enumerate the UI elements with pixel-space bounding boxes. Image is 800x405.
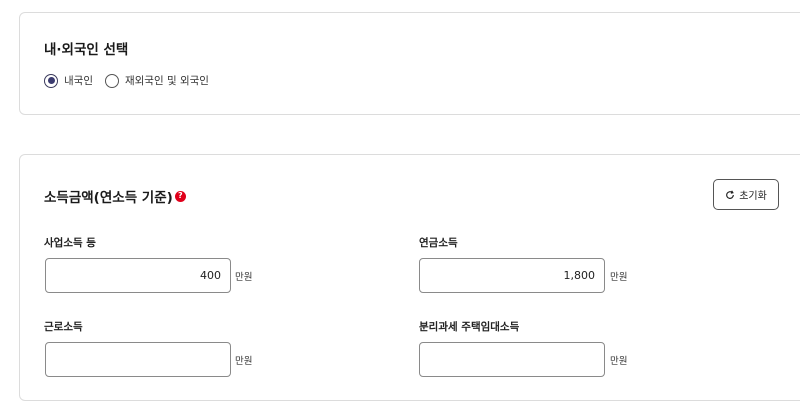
income-title-text: 소득금액(연소득 기준) [44, 190, 173, 206]
rental-income-unit: 만원 [610, 356, 628, 367]
radio-domestic[interactable]: 내국인 [44, 73, 93, 88]
nationality-title: 내·외국인 선택 [44, 42, 129, 58]
reset-button[interactable]: 초기화 [713, 179, 779, 210]
earned-income-input[interactable] [45, 342, 231, 377]
refresh-icon [726, 190, 735, 199]
radio-foreign-label[interactable]: 재외국인 및 외국인 [125, 73, 209, 88]
business-income-input[interactable] [45, 258, 231, 293]
reset-label: 초기화 [739, 191, 767, 202]
earned-income-label: 근로소득 [44, 321, 83, 333]
question-icon[interactable]: ? [174, 190, 186, 202]
nationality-radio-group: 내국인 재외국인 및 외국인 [44, 73, 221, 88]
pension-income-input[interactable] [419, 258, 605, 293]
income-title: 소득금액(연소득 기준) ? [44, 186, 186, 206]
radio-checked-icon[interactable] [44, 73, 58, 88]
rental-income-input[interactable] [419, 342, 605, 377]
earned-income-unit: 만원 [235, 356, 253, 367]
radio-unchecked-icon[interactable] [104, 73, 119, 88]
rental-income-label: 분리과세 주택임대소득 [419, 321, 520, 333]
income-card: 소득금액(연소득 기준) ? 초기화 사업소득 등 만원 연금소득 만원 근로소… [19, 154, 800, 401]
nationality-card: 내·외국인 선택 내국인 재외국인 및 외국인 [19, 12, 800, 115]
business-income-label: 사업소득 등 [44, 237, 96, 249]
pension-income-label: 연금소득 [419, 237, 458, 249]
radio-dot-icon [47, 77, 55, 84]
business-income-unit: 만원 [235, 272, 253, 283]
radio-foreign[interactable]: 재외국인 및 외국인 [104, 73, 209, 88]
radio-domestic-label[interactable]: 내국인 [64, 73, 93, 88]
pension-income-unit: 만원 [610, 272, 628, 283]
